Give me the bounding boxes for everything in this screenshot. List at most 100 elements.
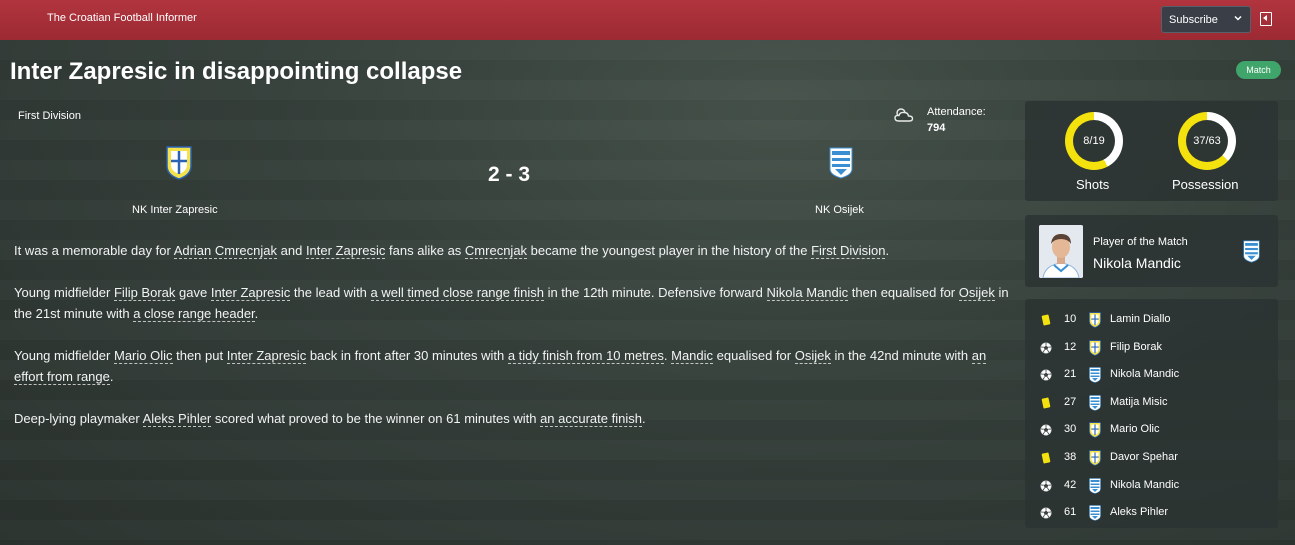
- player-link[interactable]: Filip Borak: [113, 285, 176, 301]
- event-minute: 38: [1064, 451, 1077, 463]
- club-link[interactable]: Osijek: [794, 348, 831, 364]
- subscribe-dropdown[interactable]: Subscribe: [1161, 6, 1251, 33]
- event-minute: 27: [1064, 396, 1077, 408]
- ball-icon: [1040, 424, 1052, 436]
- player-link[interactable]: Adrian Cmrecnjak: [173, 243, 278, 259]
- event-row[interactable]: 30 Mario Olic: [1040, 422, 1270, 438]
- report-text: .: [109, 369, 114, 384]
- event-player-name[interactable]: Nikola Mandic: [1110, 368, 1179, 380]
- goal-highlight-link[interactable]: an accurate finish: [540, 411, 642, 427]
- player-link[interactable]: Nikola Mandic: [766, 285, 849, 301]
- report-text: .: [641, 411, 646, 426]
- report-text: It was a memorable day for: [14, 243, 174, 258]
- event-player-name[interactable]: Davor Spehar: [1110, 451, 1178, 463]
- attendance-label: Attendance:: [927, 106, 986, 118]
- event-minute: 61: [1064, 506, 1077, 518]
- competition-link[interactable]: First Division: [811, 243, 886, 259]
- player-link[interactable]: Aleks Pihler: [142, 411, 212, 427]
- event-player-name[interactable]: Nikola Mandic: [1110, 479, 1179, 491]
- event-row[interactable]: 42 Nikola Mandic: [1040, 478, 1270, 494]
- event-row[interactable]: 61 Aleks Pihler: [1040, 505, 1270, 521]
- shots-value: 8/19: [1073, 120, 1115, 162]
- report-text: .: [254, 306, 259, 321]
- player-link[interactable]: Mario Olic: [113, 348, 173, 364]
- ball-icon: [1040, 342, 1052, 354]
- news-source: The Croatian Football Informer: [47, 12, 197, 24]
- event-player-name[interactable]: Aleks Pihler: [1110, 506, 1168, 518]
- event-minute: 10: [1064, 313, 1077, 325]
- shots-label: Shots: [1076, 177, 1110, 192]
- home-team-crest[interactable]: [166, 146, 192, 180]
- ball-icon: [1040, 369, 1052, 381]
- report-text: back in front after 30 minutes with: [306, 348, 508, 363]
- article-headline: Inter Zapresic in disappointing collapse: [10, 58, 463, 85]
- event-row[interactable]: 27 Matija Misic: [1040, 395, 1270, 411]
- away-team-crest[interactable]: [829, 147, 853, 179]
- ball-icon: [1040, 480, 1052, 492]
- cloudy-weather-icon: [894, 108, 914, 122]
- event-player-name[interactable]: Mario Olic: [1110, 423, 1160, 435]
- report-text: in the 12th minute. Defensive forward: [543, 285, 767, 300]
- report-paragraph-3: Young midfielder Mario Olic then put Int…: [14, 345, 1014, 387]
- event-team-crest[interactable]: [1089, 395, 1101, 411]
- report-text: Young midfielder: [14, 285, 114, 300]
- club-link[interactable]: Inter Zapresic: [210, 285, 291, 301]
- club-link[interactable]: Inter Zapresic: [305, 243, 386, 259]
- goal-highlight-link[interactable]: a well timed close range finish: [370, 285, 544, 301]
- yellow-card-icon: [1040, 314, 1052, 326]
- attendance-value: 794: [927, 122, 946, 134]
- event-row[interactable]: 12 Filip Borak: [1040, 340, 1270, 356]
- competition-name[interactable]: First Division: [18, 110, 81, 122]
- report-paragraph-4: Deep-lying playmaker Aleks Pihler scored…: [14, 408, 1014, 429]
- home-team-name[interactable]: NK Inter Zapresic: [132, 204, 218, 216]
- potm-label: Player of the Match: [1093, 236, 1188, 248]
- away-team-name[interactable]: NK Osijek: [815, 204, 864, 216]
- report-text: the lead with: [290, 285, 371, 300]
- event-minute: 12: [1064, 341, 1077, 353]
- subscribe-label: Subscribe: [1169, 13, 1218, 26]
- report-text: Young midfielder: [14, 348, 114, 363]
- event-player-name[interactable]: Matija Misic: [1110, 396, 1167, 408]
- event-row[interactable]: 21 Nikola Mandic: [1040, 367, 1270, 383]
- report-text: and: [277, 243, 306, 258]
- match-score: 2 - 3: [488, 163, 531, 186]
- event-row[interactable]: 38 Davor Spehar: [1040, 450, 1270, 466]
- club-link[interactable]: Osijek: [958, 285, 995, 301]
- player-link[interactable]: Cmrecnjak: [464, 243, 528, 259]
- event-minute: 30: [1064, 423, 1077, 435]
- collapse-sidebar-icon[interactable]: [1260, 12, 1272, 26]
- event-team-crest[interactable]: [1089, 312, 1101, 328]
- event-player-name[interactable]: Lamin Diallo: [1110, 313, 1171, 325]
- report-text: fans alike as: [385, 243, 465, 258]
- goal-highlight-link[interactable]: a tidy finish from 10 metres: [507, 348, 664, 364]
- report-text: Deep-lying playmaker: [14, 411, 143, 426]
- event-minute: 21: [1064, 368, 1077, 380]
- potm-player-name[interactable]: Nikola Mandic: [1093, 255, 1181, 271]
- player-photo[interactable]: [1039, 225, 1083, 278]
- club-link[interactable]: Inter Zapresic: [226, 348, 307, 364]
- event-team-crest[interactable]: [1089, 505, 1101, 521]
- event-team-crest[interactable]: [1089, 422, 1101, 438]
- article-tag-badge[interactable]: Match: [1236, 61, 1281, 79]
- report-text: became the youngest player in the histor…: [527, 243, 812, 258]
- event-team-crest[interactable]: [1089, 450, 1101, 466]
- report-text: scored what proved to be the winner on 6…: [211, 411, 541, 426]
- report-paragraph-2: Young midfielder Filip Borak gave Inter …: [14, 282, 1014, 324]
- event-row[interactable]: 10 Lamin Diallo: [1040, 312, 1270, 328]
- goal-highlight-link[interactable]: a close range header: [133, 306, 255, 322]
- event-player-name[interactable]: Filip Borak: [1110, 341, 1162, 353]
- top-bar: The Croatian Football Informer Subscribe: [0, 0, 1295, 40]
- event-team-crest[interactable]: [1089, 367, 1101, 383]
- event-minute: 42: [1064, 479, 1077, 491]
- report-text: gave: [175, 285, 211, 300]
- match-stats-panel: [1025, 101, 1278, 201]
- event-team-crest[interactable]: [1089, 340, 1101, 356]
- report-text: equalised for: [713, 348, 795, 363]
- shots-ring: 8/19: [1065, 112, 1123, 170]
- event-team-crest[interactable]: [1089, 478, 1101, 494]
- chevron-down-icon: [1234, 15, 1242, 21]
- yellow-card-icon: [1040, 397, 1052, 409]
- potm-team-crest[interactable]: [1243, 240, 1260, 263]
- report-text: then put: [172, 348, 227, 363]
- player-link[interactable]: Mandic: [671, 348, 714, 364]
